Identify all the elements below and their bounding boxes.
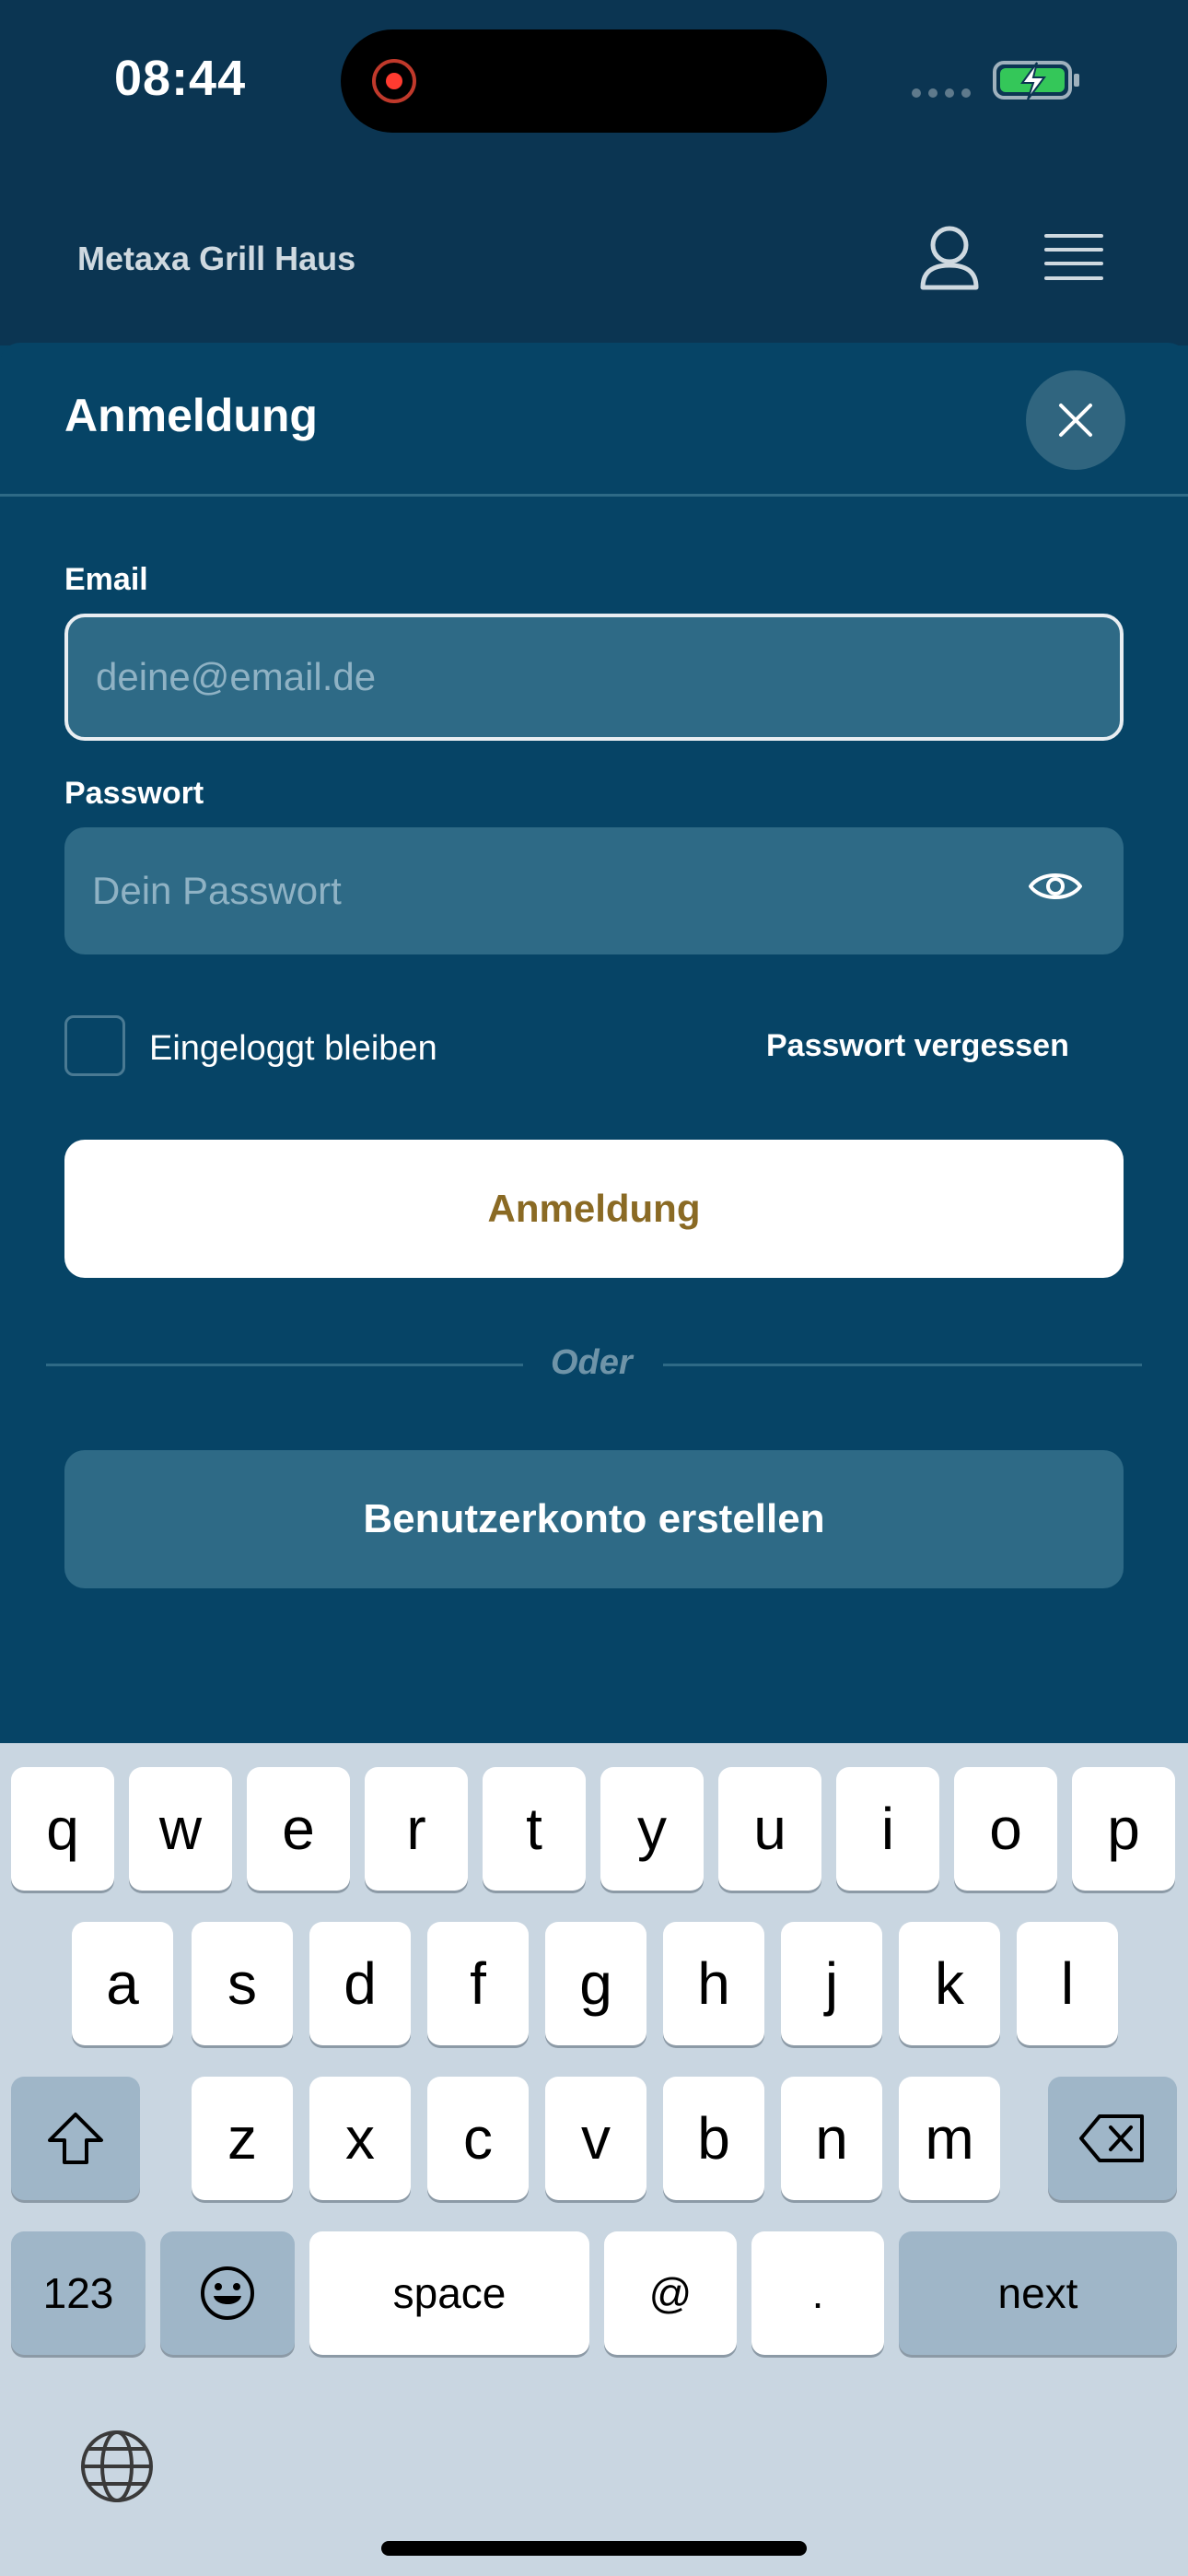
modal-title: Anmeldung <box>64 390 318 441</box>
key-t[interactable]: t <box>483 1767 586 1891</box>
key-k[interactable]: k <box>899 1922 1000 2045</box>
numbers-key[interactable]: 123 <box>11 2231 146 2355</box>
key-u[interactable]: u <box>718 1767 821 1891</box>
remember-me-label[interactable]: Eingeloggt bleiben <box>149 1029 437 1069</box>
eye-icon[interactable] <box>1028 868 1083 905</box>
dynamic-island <box>341 29 827 133</box>
key-b[interactable]: b <box>663 2077 764 2200</box>
key-p[interactable]: p <box>1072 1767 1175 1891</box>
key-w[interactable]: w <box>129 1767 232 1891</box>
dot-key[interactable]: . <box>751 2231 884 2355</box>
user-account-icon[interactable] <box>919 225 980 291</box>
password-field[interactable] <box>64 827 1124 954</box>
key-h[interactable]: h <box>663 1922 764 2045</box>
key-x[interactable]: x <box>309 2077 411 2200</box>
shift-key[interactable] <box>11 2077 140 2200</box>
key-f[interactable]: f <box>427 1922 529 2045</box>
status-bar: 08:44 <box>0 0 1188 166</box>
key-r[interactable]: r <box>365 1767 468 1891</box>
backspace-key[interactable] <box>1048 2077 1177 2200</box>
emoji-key[interactable] <box>160 2231 295 2355</box>
remember-me-checkbox[interactable] <box>64 1015 125 1076</box>
or-label: Oder <box>551 1343 633 1382</box>
email-label: Email <box>64 562 148 597</box>
or-divider-left <box>46 1364 523 1366</box>
header-divider <box>0 494 1188 497</box>
login-modal: Anmeldung Email Passwort Eingeloggt blei… <box>0 343 1188 1743</box>
key-i[interactable]: i <box>836 1767 939 1891</box>
key-s[interactable]: s <box>192 1922 293 2045</box>
signal-icon <box>912 88 971 98</box>
backspace-icon <box>1079 2114 1144 2162</box>
key-g[interactable]: g <box>545 1922 646 2045</box>
recording-icon <box>372 59 416 103</box>
hamburger-menu-icon[interactable] <box>1044 232 1103 284</box>
forgot-password-link[interactable]: Passwort vergessen <box>766 1028 1069 1064</box>
key-n[interactable]: n <box>781 2077 882 2200</box>
key-v[interactable]: v <box>545 2077 646 2200</box>
space-key[interactable]: space <box>309 2231 589 2355</box>
key-m[interactable]: m <box>899 2077 1000 2200</box>
key-c[interactable]: c <box>427 2077 529 2200</box>
or-divider-right <box>663 1364 1142 1366</box>
key-o[interactable]: o <box>954 1767 1057 1891</box>
close-button[interactable] <box>1026 370 1125 470</box>
status-time: 08:44 <box>114 51 247 106</box>
login-button[interactable]: Anmeldung <box>64 1140 1124 1278</box>
key-a[interactable]: a <box>72 1922 173 2045</box>
close-icon <box>1059 404 1092 437</box>
at-key[interactable]: @ <box>604 2231 737 2355</box>
brand-name[interactable]: Metaxa Grill Haus <box>77 240 355 278</box>
app-header: Metaxa Grill Haus <box>0 166 1188 345</box>
globe-icon[interactable] <box>79 2429 155 2504</box>
password-label: Passwort <box>64 776 204 811</box>
create-account-button[interactable]: Benutzerkonto erstellen <box>64 1450 1124 1588</box>
email-field[interactable] <box>64 614 1124 741</box>
next-key[interactable]: next <box>899 2231 1177 2355</box>
onscreen-keyboard: q w e r t y u i o p a s d f g h j k l z … <box>0 1743 1188 2576</box>
key-e[interactable]: e <box>247 1767 350 1891</box>
key-q[interactable]: q <box>11 1767 114 1891</box>
key-d[interactable]: d <box>309 1922 411 2045</box>
shift-icon <box>48 2113 103 2164</box>
key-y[interactable]: y <box>600 1767 704 1891</box>
key-l[interactable]: l <box>1017 1922 1118 2045</box>
battery-charging-icon <box>993 61 1079 100</box>
emoji-icon <box>201 2266 254 2320</box>
key-j[interactable]: j <box>781 1922 882 2045</box>
home-indicator[interactable] <box>381 2541 807 2556</box>
key-z[interactable]: z <box>192 2077 293 2200</box>
